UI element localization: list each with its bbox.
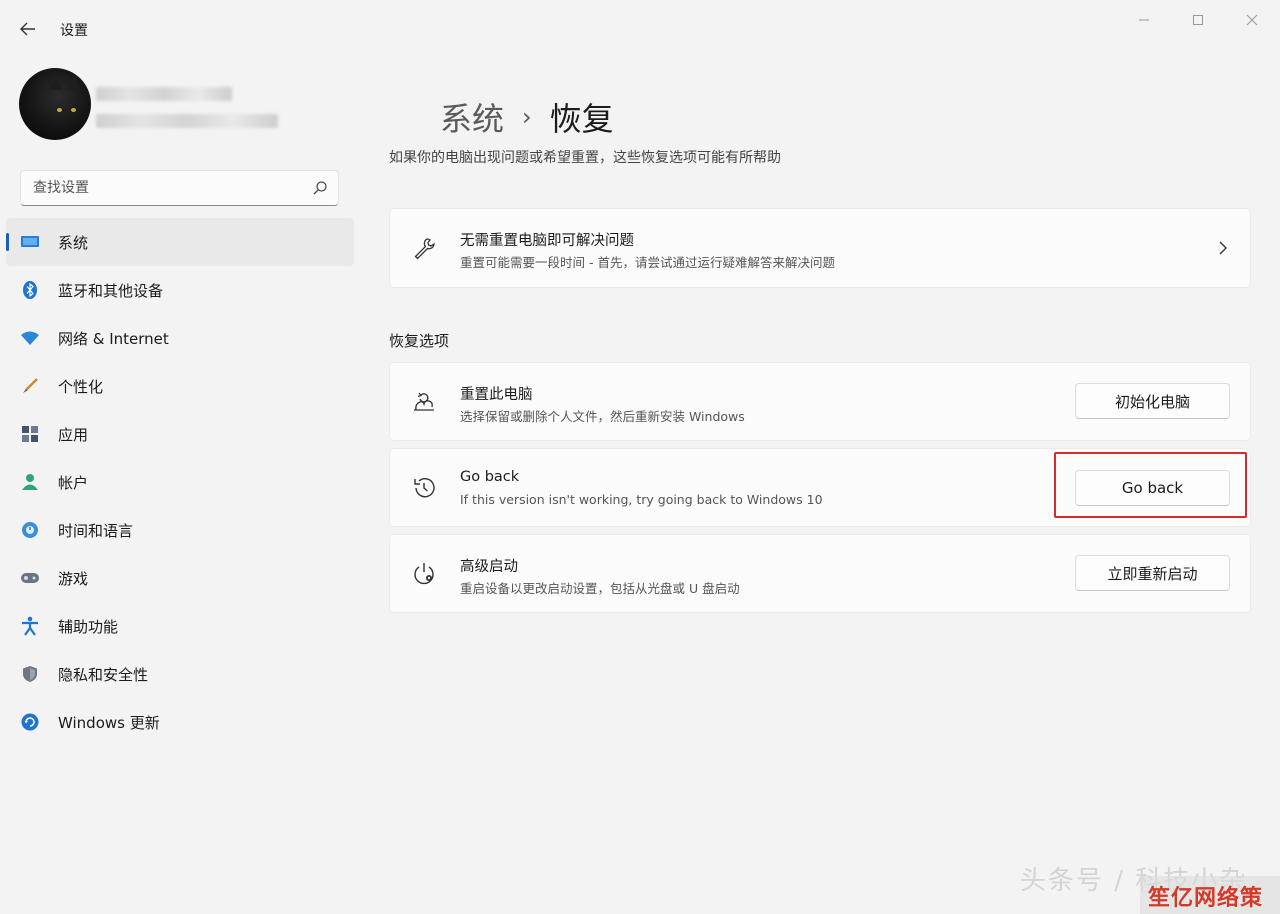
advanced-startup-card: 高级启动 重启设备以更改启动设置，包括从光盘或 U 盘启动 立即重新启动	[389, 534, 1251, 613]
gamepad-icon	[20, 568, 40, 588]
monitor-icon	[20, 232, 40, 252]
sidebar-item-label: 系统	[58, 233, 89, 252]
brush-icon	[20, 376, 40, 396]
globe-clock-icon	[20, 520, 40, 540]
blurred-user-email	[96, 114, 278, 128]
sidebar-item-label: Windows 更新	[58, 713, 160, 732]
highlight-box	[1054, 452, 1247, 518]
app-title: 设置	[60, 23, 88, 39]
update-icon	[20, 712, 40, 732]
wrench-icon	[410, 234, 438, 262]
avatar-ear	[49, 76, 63, 90]
search-box[interactable]	[20, 170, 339, 206]
minimize-icon[interactable]	[1132, 10, 1156, 30]
account-icon	[20, 472, 40, 492]
sidebar-item-label: 辅助功能	[58, 617, 119, 636]
sidebar-item-label: 蓝牙和其他设备	[58, 281, 164, 300]
sidebar-item-system[interactable]: 系统	[6, 218, 354, 266]
go-back-title: Go back	[460, 469, 520, 485]
sidebar-nav: 系统 蓝牙和其他设备 网络 & Internet 个性化 应用 帐户 时间和语言…	[6, 218, 354, 746]
advanced-startup-desc: 重启设备以更改启动设置，包括从光盘或 U 盘启动	[460, 581, 740, 596]
sidebar-item-apps[interactable]: 应用	[6, 410, 354, 458]
title-bar: 设置	[0, 0, 1280, 58]
sidebar-item-label: 网络 & Internet	[58, 329, 169, 348]
avatar-eye	[57, 108, 62, 112]
breadcrumb-separator: ›	[522, 103, 532, 131]
sidebar-item-personalization[interactable]: 个性化	[6, 362, 354, 410]
avatar-ear	[67, 76, 81, 90]
search-input[interactable]	[21, 171, 291, 205]
search-icon[interactable]	[312, 180, 328, 200]
maximize-icon[interactable]	[1186, 10, 1210, 30]
blurred-user-name	[96, 87, 232, 101]
avatar-eye	[71, 108, 76, 112]
reset-pc-icon	[410, 388, 438, 416]
close-icon[interactable]	[1240, 10, 1264, 30]
sidebar-item-bluetooth[interactable]: 蓝牙和其他设备	[6, 266, 354, 314]
chevron-right-icon	[1218, 240, 1228, 260]
reset-pc-title: 重置此电脑	[460, 387, 533, 403]
sidebar-item-accounts[interactable]: 帐户	[6, 458, 354, 506]
troubleshoot-desc: 重置可能需要一段时间 - 首先，请尝试通过运行疑难解答来解决问题	[460, 255, 835, 270]
sidebar-item-label: 应用	[58, 425, 89, 444]
sidebar-item-label: 时间和语言	[58, 521, 134, 540]
reset-pc-card: 重置此电脑 选择保留或删除个人文件，然后重新安装 Windows 初始化电脑	[389, 362, 1251, 441]
back-arrow-icon[interactable]	[14, 16, 42, 42]
advanced-startup-icon	[410, 560, 438, 588]
sidebar-item-label: 个性化	[58, 377, 104, 396]
sidebar-item-time-language[interactable]: 时间和语言	[6, 506, 354, 554]
accessibility-icon	[20, 616, 40, 636]
apps-icon	[20, 424, 40, 444]
page-title: 恢复	[549, 100, 614, 138]
reset-pc-button[interactable]: 初始化电脑	[1075, 383, 1230, 419]
sidebar-item-accessibility[interactable]: 辅助功能	[6, 602, 354, 650]
reset-pc-desc: 选择保留或删除个人文件，然后重新安装 Windows	[460, 409, 745, 424]
troubleshoot-title: 无需重置电脑即可解决问题	[460, 233, 634, 249]
sidebar-item-network[interactable]: 网络 & Internet	[6, 314, 354, 362]
history-icon	[410, 474, 438, 502]
wifi-icon	[20, 328, 40, 348]
sidebar-item-privacy[interactable]: 隐私和安全性	[6, 650, 354, 698]
watermark-badge-text: 笙亿网络策划	[1148, 886, 1264, 911]
avatar[interactable]	[19, 68, 91, 140]
bluetooth-icon	[20, 280, 40, 300]
section-label: 恢复选项	[389, 332, 450, 350]
sidebar-item-gaming[interactable]: 游戏	[6, 554, 354, 602]
advanced-startup-title: 高级启动	[460, 559, 518, 575]
shield-icon	[20, 664, 40, 684]
sidebar-item-label: 隐私和安全性	[58, 665, 149, 684]
go-back-desc: If this version isn't working, try going…	[460, 492, 823, 507]
sidebar-item-windows-update[interactable]: Windows 更新	[6, 698, 354, 746]
page-subtitle: 如果你的电脑出现问题或希望重置，这些恢复选项可能有所帮助	[389, 150, 781, 166]
troubleshoot-card[interactable]: 无需重置电脑即可解决问题 重置可能需要一段时间 - 首先，请尝试通过运行疑难解答…	[389, 208, 1251, 288]
breadcrumb-parent[interactable]: 系统	[440, 94, 504, 140]
sidebar-item-label: 帐户	[58, 473, 89, 492]
sidebar-item-label: 游戏	[58, 569, 89, 588]
restart-now-button[interactable]: 立即重新启动	[1075, 555, 1230, 591]
breadcrumb: 系统 › 恢复	[440, 94, 614, 140]
